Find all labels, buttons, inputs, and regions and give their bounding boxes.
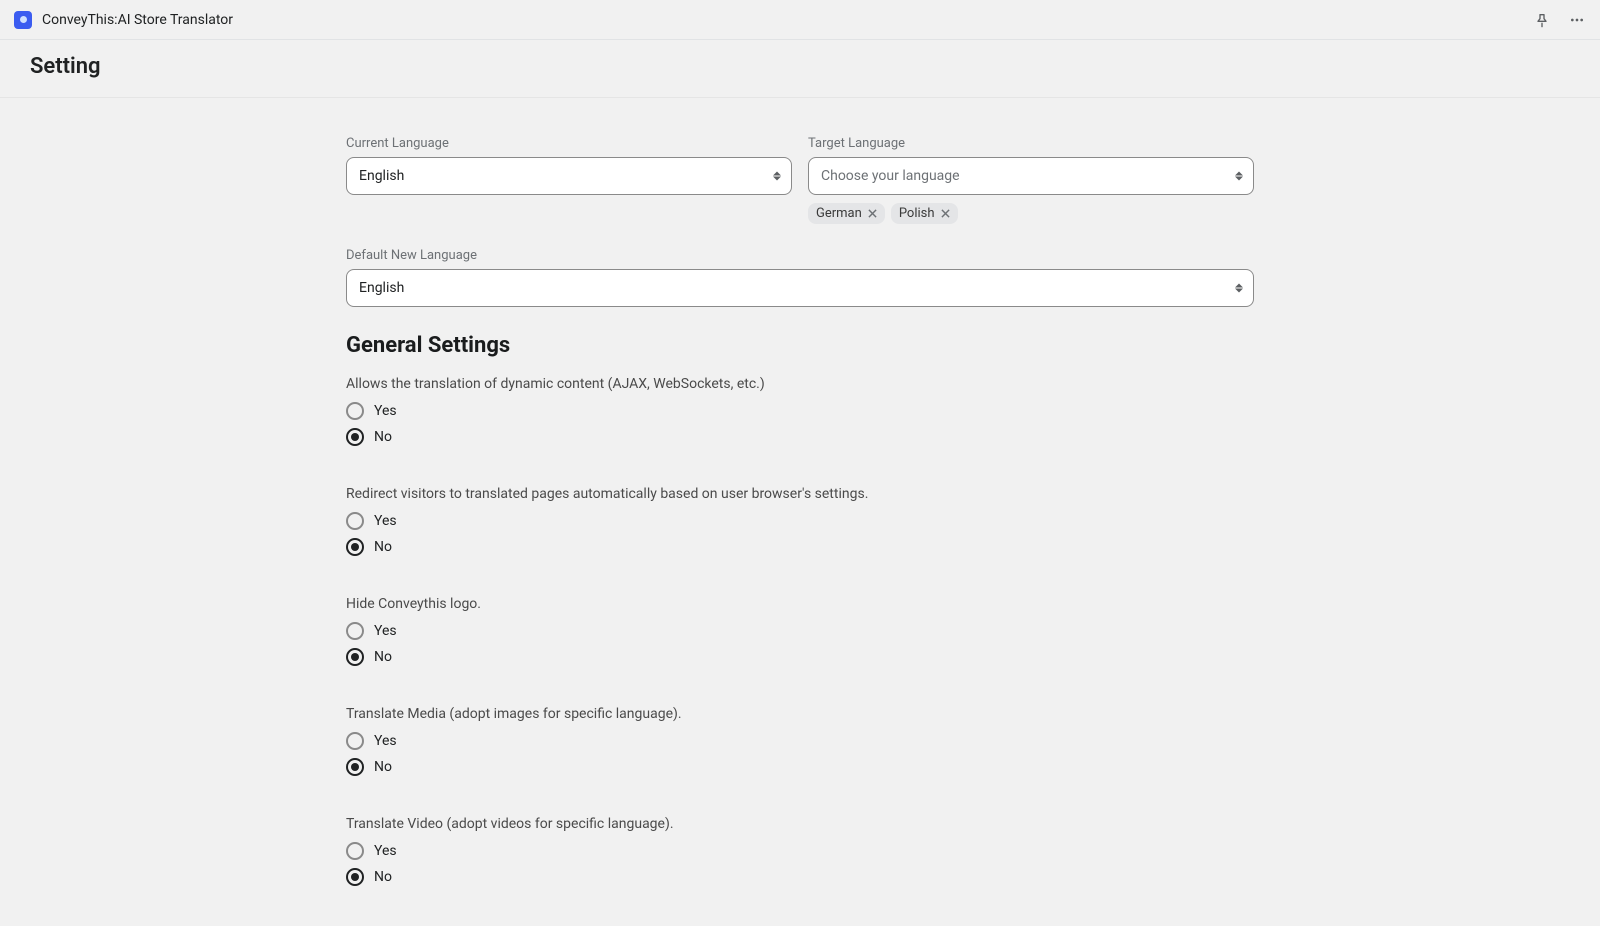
radio-icon [346, 538, 364, 556]
radio-label: No [374, 869, 392, 885]
setting-label: Hide Conveythis logo. [346, 596, 1254, 612]
page-titlebar: Setting [0, 40, 1600, 98]
tag-polish: Polish [891, 203, 958, 224]
more-icon[interactable] [1568, 12, 1586, 28]
setting-block: Translate Media (adopt images for specif… [346, 706, 1254, 776]
radio-label: Yes [374, 843, 397, 859]
radio-label: No [374, 429, 392, 445]
content-wrap: Current Language English Target Language… [0, 98, 1600, 926]
radio-option-no[interactable]: No [346, 538, 1254, 556]
current-language-select[interactable]: English [346, 157, 792, 195]
radio-option-yes[interactable]: Yes [346, 622, 1254, 640]
target-language-placeholder: Choose your language [821, 168, 960, 184]
app-logo-icon [14, 11, 32, 29]
radio-option-yes[interactable]: Yes [346, 732, 1254, 750]
tag-german: German [808, 203, 885, 224]
setting-block: Redirect visitors to translated pages au… [346, 486, 1254, 556]
radio-icon [346, 648, 364, 666]
target-language-label: Target Language [808, 136, 1254, 151]
radio-icon [346, 622, 364, 640]
radio-icon [346, 732, 364, 750]
setting-label: Allows the translation of dynamic conten… [346, 376, 1254, 392]
close-icon[interactable] [868, 209, 877, 218]
caret-icon [773, 172, 781, 181]
current-language-field: Current Language English [346, 136, 792, 224]
setting-label: Redirect visitors to translated pages au… [346, 486, 1254, 502]
radio-option-no[interactable]: No [346, 758, 1254, 776]
radio-option-no[interactable]: No [346, 428, 1254, 446]
target-language-tags: German Polish [808, 203, 1254, 224]
radio-label: No [374, 759, 392, 775]
radio-option-yes[interactable]: Yes [346, 402, 1254, 420]
radio-label: Yes [374, 733, 397, 749]
radio-icon [346, 842, 364, 860]
radio-option-yes[interactable]: Yes [346, 842, 1254, 860]
language-row: Current Language English Target Language… [346, 136, 1254, 224]
target-language-select[interactable]: Choose your language [808, 157, 1254, 195]
default-new-language-label: Default New Language [346, 248, 1254, 263]
setting-label: Translate Media (adopt images for specif… [346, 706, 1254, 722]
setting-block: Allows the translation of dynamic conten… [346, 376, 1254, 446]
radio-label: No [374, 539, 392, 555]
radio-icon [346, 758, 364, 776]
general-settings-title: General Settings [346, 333, 1254, 358]
radio-icon [346, 868, 364, 886]
setting-block: Translate Video (adopt videos for specif… [346, 816, 1254, 886]
default-new-language-field: Default New Language English [346, 248, 1254, 307]
app-header-left: ConveyThis:AI Store Translator [14, 11, 233, 29]
current-language-value: English [359, 168, 404, 184]
caret-icon [1235, 284, 1243, 293]
app-header-right [1534, 12, 1586, 28]
radio-label: No [374, 649, 392, 665]
radio-icon [346, 428, 364, 446]
radio-label: Yes [374, 513, 397, 529]
content: Current Language English Target Language… [346, 136, 1254, 926]
default-new-language-value: English [359, 280, 404, 296]
radio-label: Yes [374, 403, 397, 419]
app-header: ConveyThis:AI Store Translator [0, 0, 1600, 40]
current-language-label: Current Language [346, 136, 792, 151]
radio-option-yes[interactable]: Yes [346, 512, 1254, 530]
setting-block: Hide Conveythis logo. Yes No [346, 596, 1254, 666]
radio-option-no[interactable]: No [346, 648, 1254, 666]
pin-icon[interactable] [1534, 12, 1550, 28]
setting-label: Translate Video (adopt videos for specif… [346, 816, 1254, 832]
close-icon[interactable] [941, 209, 950, 218]
tag-label: German [816, 206, 862, 221]
app-title: ConveyThis:AI Store Translator [42, 12, 233, 28]
default-new-language-select[interactable]: English [346, 269, 1254, 307]
page-title: Setting [30, 54, 1570, 79]
radio-label: Yes [374, 623, 397, 639]
radio-icon [346, 402, 364, 420]
radio-option-no[interactable]: No [346, 868, 1254, 886]
tag-label: Polish [899, 206, 935, 221]
target-language-field: Target Language Choose your language Ger… [808, 136, 1254, 224]
caret-icon [1235, 172, 1243, 181]
radio-icon [346, 512, 364, 530]
